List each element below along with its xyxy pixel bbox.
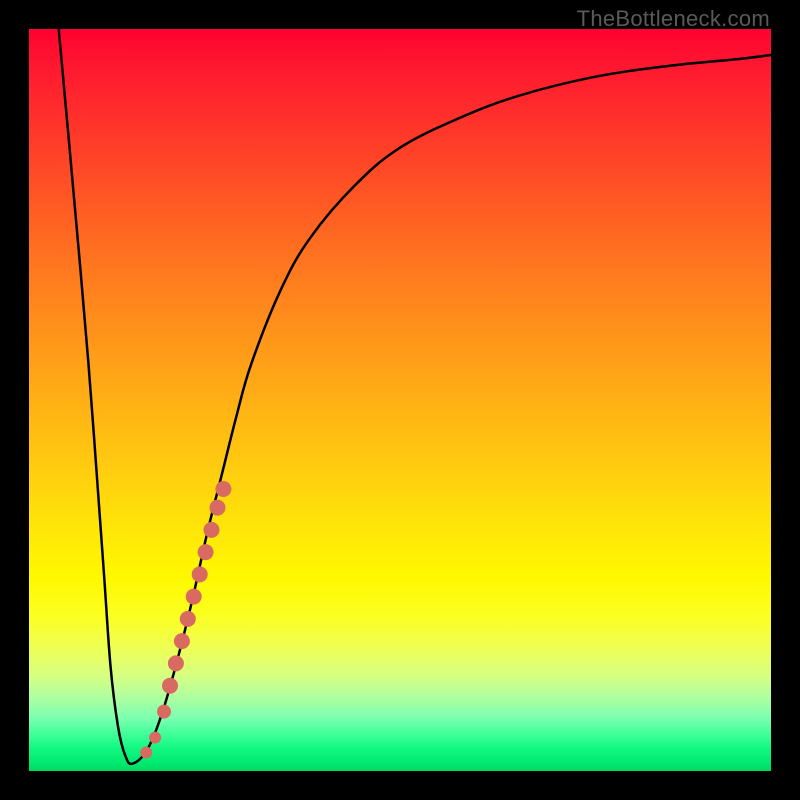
curve-marker (210, 500, 226, 516)
curve-marker (149, 732, 161, 744)
plot-area (29, 29, 771, 771)
bottleneck-curve (59, 29, 771, 764)
curve-marker (198, 544, 214, 560)
curve-marker (204, 522, 220, 538)
curve-marker (180, 611, 196, 627)
curve-marker (215, 481, 231, 497)
curve-layer (59, 29, 771, 764)
curve-marker (174, 633, 190, 649)
chart-frame: TheBottleneck.com (0, 0, 800, 800)
curve-marker (186, 589, 202, 605)
chart-svg (29, 29, 771, 771)
curve-marker (168, 655, 184, 671)
curve-marker (140, 747, 152, 759)
marker-layer (140, 481, 231, 759)
watermark-text: TheBottleneck.com (577, 6, 770, 32)
curve-marker (162, 678, 178, 694)
curve-marker (192, 566, 208, 582)
curve-marker (157, 705, 171, 719)
